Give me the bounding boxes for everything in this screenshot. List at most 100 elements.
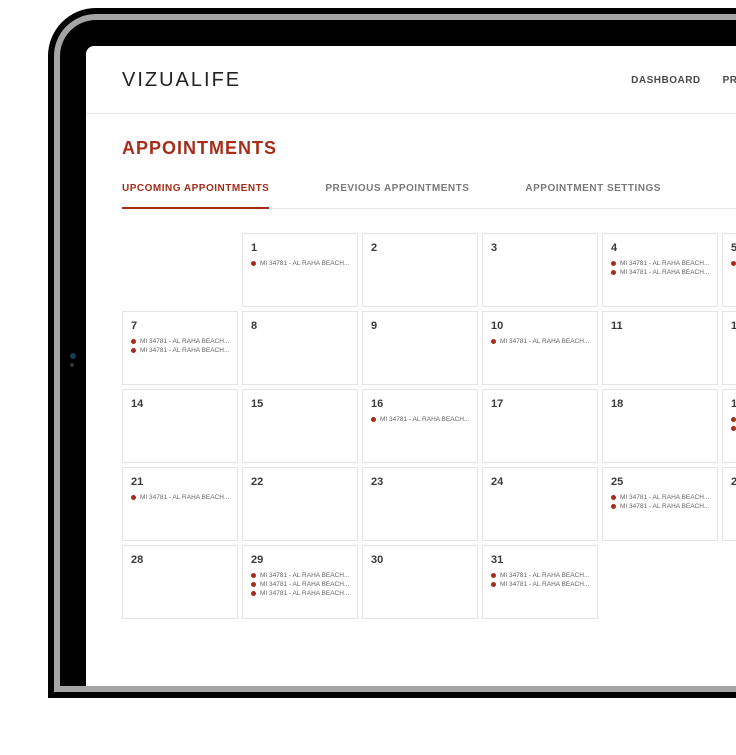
- calendar-row: 7 MI 34781 - AL RAHA BEACH... MI 34781 -…: [122, 311, 736, 385]
- event-label: MI 34781 - AL RAHA BEACH...: [620, 503, 709, 510]
- calendar-event[interactable]: MI 34781 - AL RAHA BEACH...: [251, 572, 351, 579]
- calendar-cell[interactable]: 28: [122, 545, 238, 619]
- calendar-cell[interactable]: 22: [242, 467, 358, 541]
- calendar-event[interactable]: MI 34781 - AL RAHA BEACH...: [731, 260, 736, 267]
- calendar-cell[interactable]: 26: [722, 467, 736, 541]
- calendar-cell[interactable]: 23: [362, 467, 478, 541]
- day-number: 8: [251, 320, 351, 332]
- tab-settings[interactable]: APPOINTMENT SETTINGS: [525, 183, 661, 208]
- day-number: 25: [611, 476, 711, 488]
- event-label: MI 34781 - AL RAHA BEACH...: [140, 347, 229, 354]
- event-dot-icon: [731, 261, 736, 266]
- calendar-cell[interactable]: 11: [602, 311, 718, 385]
- event-dot-icon: [731, 417, 736, 422]
- calendar-cell[interactable]: 2: [362, 233, 478, 307]
- day-number: 24: [491, 476, 591, 488]
- calendar-event[interactable]: MI 34781 - AL RAHA BEACH...: [491, 572, 591, 579]
- calendar-cell[interactable]: 25 MI 34781 - AL RAHA BEACH... MI 34781 …: [602, 467, 718, 541]
- tablet-inner: VIZUALIFE DASHBOARD PROJECTS APPOINTMENT…: [54, 14, 736, 692]
- calendar-event[interactable]: MI 34781 - AL RAHA BEACH...: [731, 425, 736, 432]
- event-dot-icon: [251, 582, 256, 587]
- calendar-cell[interactable]: 29 MI 34781 - AL RAHA BEACH... MI 34781 …: [242, 545, 358, 619]
- calendar-cell[interactable]: 12: [722, 311, 736, 385]
- calendar-cell[interactable]: 21 MI 34781 - AL RAHA BEACH...: [122, 467, 238, 541]
- calendar-event[interactable]: MI 34781 - AL RAHA BEACH...: [611, 494, 711, 501]
- calendar-event[interactable]: MI 34781 - AL RAHA BEACH...: [131, 347, 231, 354]
- calendar-cell[interactable]: 8: [242, 311, 358, 385]
- day-number: 9: [371, 320, 471, 332]
- calendar-cell[interactable]: 9: [362, 311, 478, 385]
- day-number: 31: [491, 554, 591, 566]
- event-dot-icon: [131, 348, 136, 353]
- calendar-cell[interactable]: 31 MI 34781 - AL RAHA BEACH... MI 34781 …: [482, 545, 598, 619]
- calendar-cell[interactable]: 18: [602, 389, 718, 463]
- calendar-event[interactable]: MI 34781 - AL RAHA BEACH...: [731, 416, 736, 423]
- event-dot-icon: [611, 261, 616, 266]
- calendar-event[interactable]: MI 34781 - AL RAHA BEACH...: [251, 260, 351, 267]
- calendar-cell[interactable]: 14: [122, 389, 238, 463]
- calendar-cell[interactable]: 16 MI 34781 - AL RAHA BEACH...: [362, 389, 478, 463]
- event-dot-icon: [131, 495, 136, 500]
- tablet-bezel: VIZUALIFE DASHBOARD PROJECTS APPOINTMENT…: [60, 20, 736, 686]
- day-number: 10: [491, 320, 591, 332]
- calendar-grid: 1 MI 34781 - AL RAHA BEACH... 2 3 4 MI 3…: [122, 233, 736, 619]
- event-label: MI 34781 - AL RAHA BEACH...: [500, 338, 589, 345]
- tablet-frame: VIZUALIFE DASHBOARD PROJECTS APPOINTMENT…: [48, 8, 736, 698]
- day-number: 11: [611, 320, 711, 332]
- day-number: 12: [731, 320, 736, 332]
- event-dot-icon: [491, 573, 496, 578]
- tabs: UPCOMING APPOINTMENTS PREVIOUS APPOINTME…: [122, 183, 736, 209]
- day-number: 1: [251, 242, 351, 254]
- camera-icon: [70, 353, 76, 359]
- event-dot-icon: [131, 339, 136, 344]
- calendar-cell[interactable]: 4 MI 34781 - AL RAHA BEACH... MI 34781 -…: [602, 233, 718, 307]
- event-label: MI 34781 - AL RAHA BEACH...: [260, 581, 349, 588]
- calendar-event[interactable]: MI 34781 - AL RAHA BEACH...: [251, 590, 351, 597]
- calendar-event[interactable]: MI 34781 - AL RAHA BEACH...: [611, 269, 711, 276]
- event-label: MI 34781 - AL RAHA BEACH...: [500, 572, 589, 579]
- calendar-cell[interactable]: 24: [482, 467, 598, 541]
- tab-previous[interactable]: PREVIOUS APPOINTMENTS: [325, 183, 469, 208]
- calendar-event[interactable]: MI 34781 - AL RAHA BEACH...: [611, 260, 711, 267]
- calendar-event[interactable]: MI 34781 - AL RAHA BEACH...: [611, 503, 711, 510]
- calendar-event[interactable]: MI 34781 - AL RAHA BEACH...: [131, 338, 231, 345]
- event-label: MI 34781 - AL RAHA BEACH...: [620, 260, 709, 267]
- day-number: 21: [131, 476, 231, 488]
- calendar-cell[interactable]: 15: [242, 389, 358, 463]
- calendar-event[interactable]: MI 34781 - AL RAHA BEACH...: [251, 581, 351, 588]
- calendar-cell[interactable]: 19 MI 34781 - AL RAHA BEACH... MI 34781 …: [722, 389, 736, 463]
- calendar-cell[interactable]: 5 MI 34781 - AL RAHA BEACH...: [722, 233, 736, 307]
- tab-upcoming[interactable]: UPCOMING APPOINTMENTS: [122, 183, 269, 208]
- day-number: 5: [731, 242, 736, 254]
- event-dot-icon: [251, 573, 256, 578]
- event-dot-icon: [251, 591, 256, 596]
- event-label: MI 34781 - AL RAHA BEACH...: [260, 572, 349, 579]
- event-label: MI 34781 - AL RAHA BEACH...: [620, 494, 709, 501]
- header: VIZUALIFE DASHBOARD PROJECTS APPOINTMENT…: [86, 46, 736, 114]
- event-dot-icon: [491, 339, 496, 344]
- day-number: 29: [251, 554, 351, 566]
- nav-projects[interactable]: PROJECTS: [723, 75, 736, 86]
- calendar-event[interactable]: MI 34781 - AL RAHA BEACH...: [131, 494, 231, 501]
- calendar-cell[interactable]: 3: [482, 233, 598, 307]
- calendar-event[interactable]: MI 34781 - AL RAHA BEACH...: [371, 416, 471, 423]
- brand-logo[interactable]: VIZUALIFE: [122, 69, 241, 92]
- nav-dashboard[interactable]: DASHBOARD: [631, 75, 701, 86]
- calendar-row: 21 MI 34781 - AL RAHA BEACH... 22 23 24 …: [122, 467, 736, 541]
- calendar-row: 14 15 16 MI 34781 - AL RAHA BEACH... 17 …: [122, 389, 736, 463]
- calendar-cell[interactable]: 30: [362, 545, 478, 619]
- calendar-cell[interactable]: 17: [482, 389, 598, 463]
- day-number: 22: [251, 476, 351, 488]
- page-title: APPOINTMENTS: [122, 138, 277, 159]
- calendar-event[interactable]: MI 34781 - AL RAHA BEACH...: [491, 581, 591, 588]
- day-number: 18: [611, 398, 711, 410]
- calendar-cell[interactable]: 7 MI 34781 - AL RAHA BEACH... MI 34781 -…: [122, 311, 238, 385]
- event-label: MI 34781 - AL RAHA BEACH...: [260, 590, 349, 597]
- day-number: 14: [131, 398, 231, 410]
- day-number: 7: [131, 320, 231, 332]
- calendar-cell[interactable]: 10 MI 34781 - AL RAHA BEACH...: [482, 311, 598, 385]
- day-number: 3: [491, 242, 591, 254]
- calendar-event[interactable]: MI 34781 - AL RAHA BEACH...: [491, 338, 591, 345]
- top-nav: DASHBOARD PROJECTS APPOINTMENTS: [631, 66, 736, 95]
- calendar-cell[interactable]: 1 MI 34781 - AL RAHA BEACH...: [242, 233, 358, 307]
